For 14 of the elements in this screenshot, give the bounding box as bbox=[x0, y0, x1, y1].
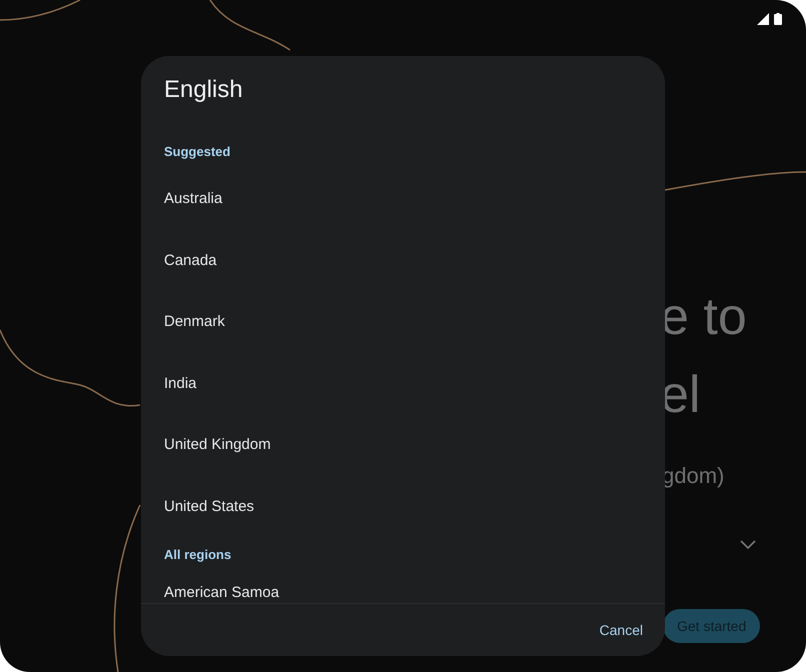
chevron-down-icon[interactable] bbox=[740, 540, 756, 550]
region-item[interactable]: Australia bbox=[164, 190, 222, 208]
cancel-button[interactable]: Cancel bbox=[599, 618, 643, 642]
region-item[interactable]: Denmark bbox=[164, 313, 225, 330]
region-item[interactable]: American Samoa bbox=[164, 584, 280, 601]
region-item[interactable]: United Kingdom bbox=[164, 436, 271, 454]
region-item[interactable]: United States bbox=[164, 498, 254, 515]
region-item[interactable]: Canada bbox=[164, 252, 217, 269]
section-heading: All regions bbox=[164, 546, 232, 562]
region-item[interactable]: India bbox=[164, 374, 197, 392]
section-heading: Suggested bbox=[164, 144, 230, 158]
dialog-title: English bbox=[164, 76, 243, 103]
signal-icon bbox=[757, 13, 769, 25]
battery-icon bbox=[774, 13, 782, 25]
